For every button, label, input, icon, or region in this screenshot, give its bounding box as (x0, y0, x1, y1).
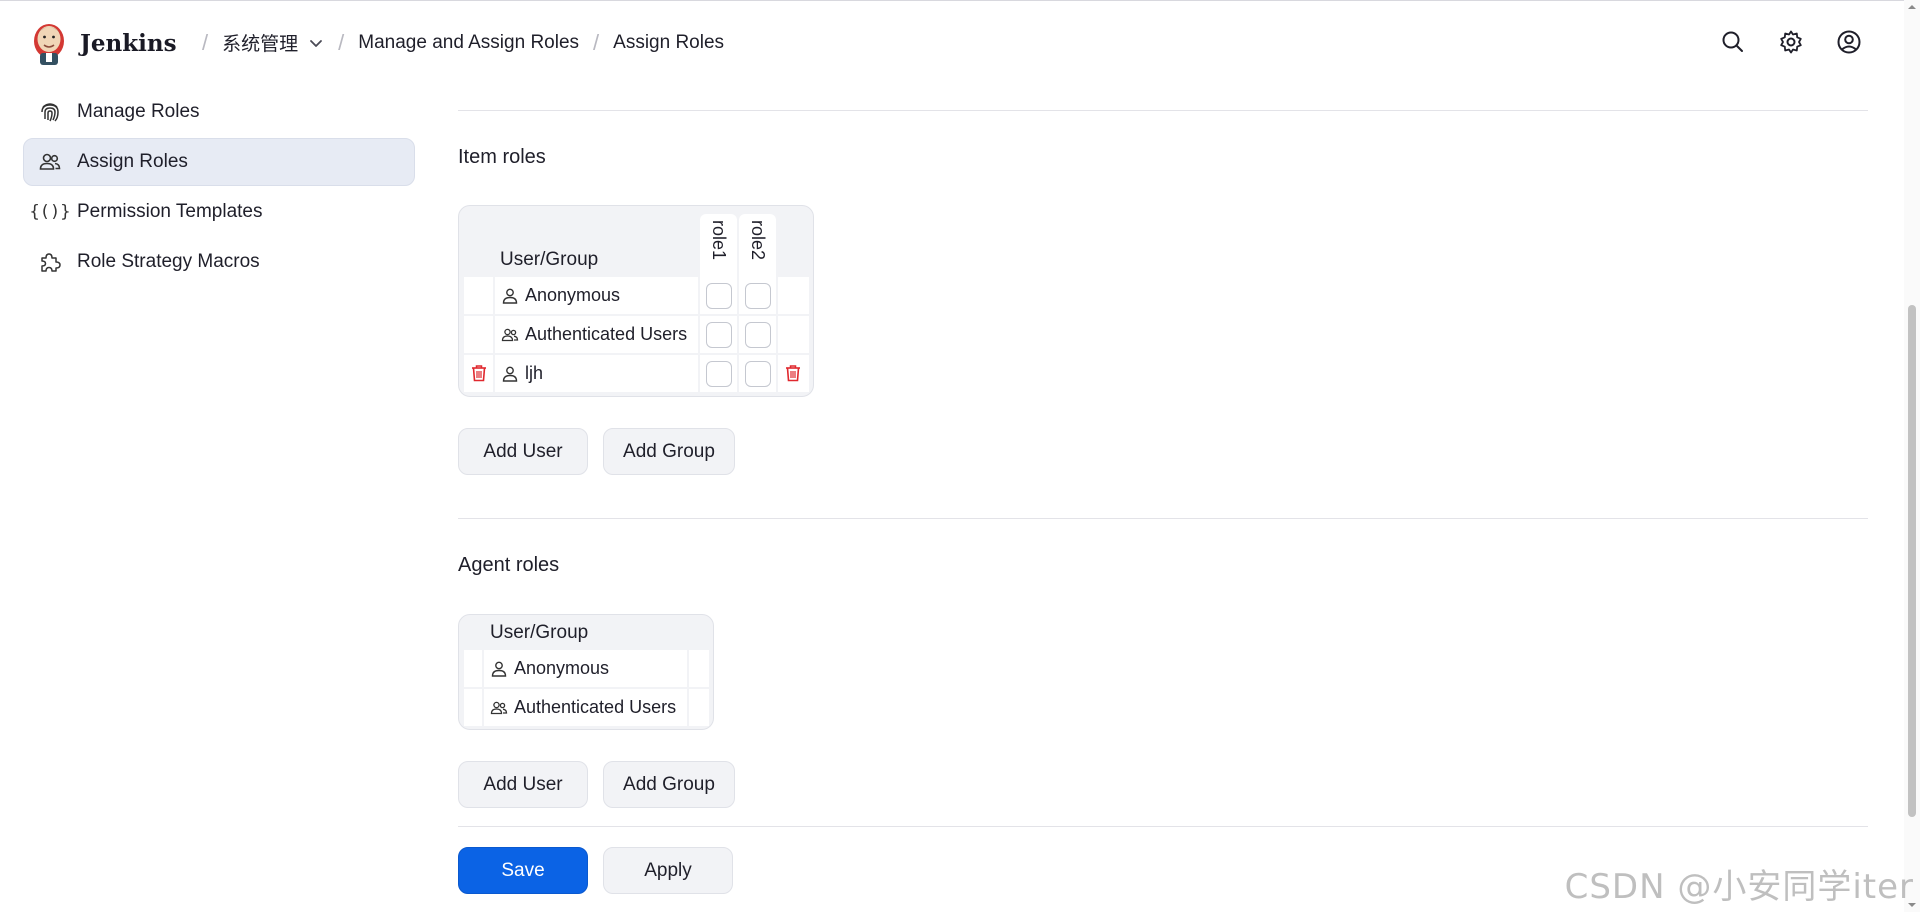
sidebar: Manage Roles Assign Roles {()} Permissio… (23, 88, 415, 288)
user-name: Anonymous (514, 658, 610, 678)
row-action-cell (689, 650, 709, 687)
item-roles-title: Item roles (458, 146, 546, 168)
role1-checkbox[interactable] (706, 283, 732, 309)
role-column-header: role2 (739, 214, 776, 281)
table-row: Authenticated Users (484, 689, 687, 726)
breadcrumb-separator: / (593, 29, 600, 55)
user-icon (491, 661, 507, 677)
user-account-icon[interactable] (1836, 29, 1862, 55)
group-name: Authenticated Users (525, 324, 688, 344)
section-divider (458, 518, 1868, 519)
user-group-column-header: User/Group (500, 249, 599, 270)
breadcrumb-item-system-management[interactable]: 系统管理 (222, 29, 324, 56)
sidebar-item-label: Permission Templates (77, 201, 263, 222)
role1-checkbox[interactable] (706, 361, 732, 387)
role2-checkbox[interactable] (745, 283, 771, 309)
table-row: Authenticated Users (495, 316, 698, 353)
breadcrumb: / 系统管理 / Manage and Assign Roles / Assig… (188, 29, 724, 56)
jenkins-logo-icon (34, 24, 64, 65)
agent-roles-add-group-button[interactable]: Add Group (603, 761, 735, 808)
gear-icon[interactable] (1778, 29, 1804, 55)
user-name: ljh (525, 363, 544, 383)
search-icon[interactable] (1720, 29, 1746, 55)
user-icon (502, 366, 518, 382)
row-action-cell (689, 689, 709, 726)
sidebar-item-assign-roles[interactable]: Assign Roles (23, 138, 415, 186)
delete-row-trash-icon[interactable] (785, 364, 801, 382)
braces-icon: {()} (29, 202, 71, 222)
sidebar-item-role-strategy-macros[interactable]: Role Strategy Macros (23, 238, 415, 286)
user-group-column-header: User/Group (490, 622, 589, 643)
delete-row-trash-icon[interactable] (471, 364, 487, 382)
save-button[interactable]: Save (458, 847, 588, 894)
role-name: role1 (709, 220, 729, 261)
user-icon (502, 288, 518, 304)
row-action-cell (464, 316, 493, 353)
apply-button[interactable]: Apply (603, 847, 733, 894)
group-icon (501, 328, 519, 341)
row-action-cell (464, 689, 482, 726)
role2-checkbox[interactable] (745, 361, 771, 387)
role-column-header: role1 (700, 214, 737, 281)
vertical-scrollbar[interactable] (1904, 0, 1920, 912)
breadcrumb-item-assign-roles[interactable]: Assign Roles (613, 32, 724, 54)
agent-roles-table: User/Group Anonymous Authenticated Users (458, 614, 714, 730)
puzzle-icon (38, 250, 62, 274)
top-bar: Jenkins / 系统管理 / Manage and Assign Roles… (0, 0, 1920, 83)
people-icon (38, 150, 62, 174)
agent-roles-title: Agent roles (458, 554, 560, 576)
scrollbar-thumb[interactable] (1908, 305, 1916, 817)
sidebar-item-permission-templates[interactable]: {()} Permission Templates (23, 188, 415, 236)
item-roles-add-user-button[interactable]: Add User (458, 428, 588, 475)
row-action-cell (778, 277, 809, 314)
header-actions (1720, 29, 1862, 55)
section-divider (458, 110, 1868, 111)
table-row: ljh (495, 355, 698, 392)
chevron-down-icon[interactable] (308, 35, 324, 51)
sidebar-item-label: Role Strategy Macros (77, 251, 260, 272)
sidebar-item-label: Assign Roles (77, 151, 188, 172)
breadcrumb-separator: / (202, 29, 209, 55)
table-row: Anonymous (495, 277, 698, 314)
breadcrumb-item-manage-assign-roles[interactable]: Manage and Assign Roles (358, 32, 579, 54)
role-name: role2 (748, 220, 768, 261)
scroll-up-arrow-icon[interactable] (1907, 2, 1917, 12)
fingerprint-icon (38, 100, 62, 124)
group-icon (490, 701, 508, 714)
item-roles-table: User/Group role1 role2 Anonymous Authent… (458, 205, 814, 397)
table-row: Anonymous (484, 650, 687, 687)
breadcrumb-label: 系统管理 (222, 34, 299, 55)
user-name: Anonymous (525, 285, 621, 305)
row-action-cell (464, 650, 482, 687)
role1-checkbox[interactable] (706, 322, 732, 348)
breadcrumb-separator: / (338, 29, 345, 55)
row-action-cell (464, 277, 493, 314)
sidebar-item-label: Manage Roles (77, 101, 200, 122)
footer-divider (458, 826, 1868, 827)
watermark: CSDN @小安同学iter (1564, 867, 1914, 907)
group-name: Authenticated Users (514, 697, 677, 717)
brand-name: Jenkins (80, 29, 177, 57)
sidebar-item-manage-roles[interactable]: Manage Roles (23, 88, 415, 136)
role2-checkbox[interactable] (745, 322, 771, 348)
row-action-cell (778, 316, 809, 353)
agent-roles-add-user-button[interactable]: Add User (458, 761, 588, 808)
item-roles-add-group-button[interactable]: Add Group (603, 428, 735, 475)
jenkins-home-link[interactable]: Jenkins (29, 19, 177, 67)
